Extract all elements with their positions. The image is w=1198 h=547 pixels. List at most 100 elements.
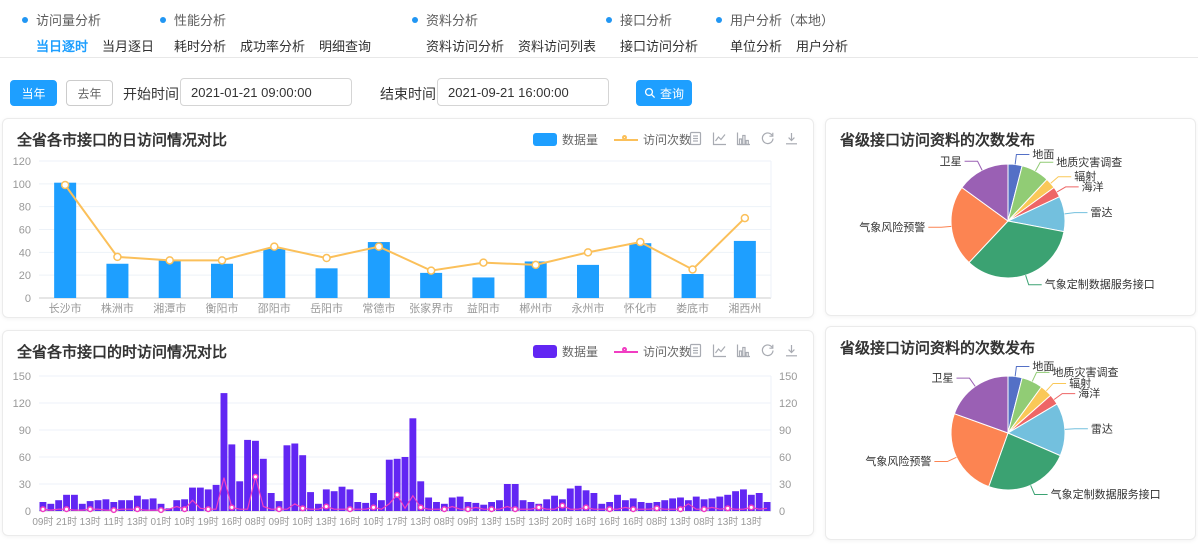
bullet-icon [22, 17, 28, 23]
svg-text:张家界市: 张家界市 [409, 301, 453, 315]
nav-group-title: 资料分析 [412, 10, 596, 29]
svg-text:40: 40 [19, 247, 31, 259]
legend-item-visit-count[interactable]: 访问次数 [614, 343, 691, 360]
svg-text:13时: 13时 [670, 516, 691, 528]
bullet-icon [160, 17, 166, 23]
svg-text:30: 30 [19, 479, 31, 491]
svg-text:0: 0 [25, 293, 31, 305]
legend-bar-swatch [533, 345, 557, 358]
legend-item-data-volume[interactable]: 数据量 [533, 131, 598, 148]
start-time-input[interactable] [180, 78, 352, 106]
nav-item-data-access-list[interactable]: 资料访问列表 [518, 36, 596, 55]
daily-access-chart-card: 全省各市接口的日访问情况对比 数据量 访问次数 020406080100120长… [2, 118, 814, 318]
svg-text:长沙市: 长沙市 [49, 301, 82, 315]
chart-toolbox [688, 343, 799, 358]
line-chart-toggle-icon[interactable] [712, 131, 727, 146]
legend-line-swatch [614, 139, 638, 141]
nav-item-user-analysis[interactable]: 用户分析 [796, 36, 848, 55]
svg-text:60: 60 [19, 225, 31, 237]
nav-item-success-rate[interactable]: 成功率分析 [240, 36, 305, 55]
start-time-label: 开始时间: [123, 84, 183, 104]
nav-group-title: 性能分析 [160, 10, 371, 29]
legend-item-data-volume[interactable]: 数据量 [533, 343, 598, 360]
svg-text:衡阳市: 衡阳市 [206, 301, 239, 315]
svg-text:13时: 13时 [127, 516, 148, 528]
svg-text:地质灾害调查: 地质灾害调查 [1056, 155, 1122, 169]
nav-group-title: 访问量分析 [22, 10, 154, 29]
svg-text:11时: 11时 [104, 516, 124, 528]
svg-text:常德市: 常德市 [362, 301, 395, 315]
svg-text:17时: 17时 [387, 516, 408, 528]
svg-text:地面: 地面 [1032, 149, 1054, 161]
filter-bar: 当年 去年 开始时间: 结束时间: 查询 [0, 78, 1198, 108]
svg-text:13时: 13时 [717, 516, 738, 528]
svg-text:13时: 13时 [481, 516, 502, 528]
query-button[interactable]: 查询 [636, 80, 692, 106]
svg-text:13时: 13时 [410, 516, 431, 528]
this-year-button[interactable]: 当年 [10, 80, 57, 106]
svg-text:120: 120 [779, 398, 797, 410]
daily-bar-line-chart: 020406080100120长沙市株洲市湘潭市衡阳市邵阳市岳阳市常德市张家界市… [3, 153, 813, 317]
svg-text:150: 150 [779, 371, 797, 383]
download-icon[interactable] [784, 131, 799, 146]
nav-group-title: 接口分析 [606, 10, 698, 29]
nav-item-detail-query[interactable]: 明细查询 [319, 36, 371, 55]
download-icon[interactable] [784, 343, 799, 358]
svg-text:海洋: 海洋 [1078, 386, 1100, 400]
svg-text:16时: 16时 [221, 516, 242, 528]
nav-item-daily-month[interactable]: 当月逐日 [102, 36, 154, 55]
svg-text:气象风险预警: 气象风险预警 [865, 454, 931, 468]
svg-text:13时: 13时 [316, 516, 337, 528]
nav-item-time-cost[interactable]: 耗时分析 [174, 36, 226, 55]
line-chart-toggle-icon[interactable] [712, 343, 727, 358]
svg-text:永州市: 永州市 [572, 301, 605, 315]
nav-group-user: 用户分析（本地） 单位分析 用户分析 [716, 10, 848, 55]
end-time-label: 结束时间: [380, 84, 440, 104]
svg-text:13时: 13时 [741, 516, 762, 528]
legend-item-visit-count[interactable]: 访问次数 [614, 131, 691, 148]
svg-text:09时: 09时 [269, 516, 290, 528]
svg-text:湘西州: 湘西州 [728, 301, 761, 315]
chart-title: 全省各市接口的日访问情况对比 [17, 129, 227, 150]
refresh-icon[interactable] [760, 131, 775, 146]
svg-text:10时: 10时 [292, 516, 313, 528]
bullet-icon [606, 17, 612, 23]
bar-chart-toggle-icon[interactable] [736, 343, 751, 358]
svg-text:15时: 15时 [505, 516, 526, 528]
svg-text:雷达: 雷达 [1090, 206, 1112, 219]
svg-text:10时: 10时 [363, 516, 384, 528]
nav-group-data: 资料分析 资料访问分析 资料访问列表 [412, 10, 596, 55]
svg-text:08时: 08时 [646, 516, 667, 528]
end-time-input[interactable] [437, 78, 609, 106]
chart-toolbox [688, 131, 799, 146]
svg-text:气象定制数据服务接口: 气象定制数据服务接口 [1045, 277, 1155, 291]
data-view-icon[interactable] [688, 343, 703, 358]
svg-text:湘潭市: 湘潭市 [153, 301, 186, 315]
svg-text:海洋: 海洋 [1082, 179, 1104, 193]
svg-text:13时: 13时 [528, 516, 549, 528]
svg-text:21时: 21时 [56, 516, 77, 528]
last-year-button[interactable]: 去年 [66, 80, 113, 106]
bar-chart-toggle-icon[interactable] [736, 131, 751, 146]
search-icon [644, 87, 656, 99]
svg-text:地质灾害调查: 地质灾害调查 [1053, 365, 1119, 379]
svg-text:0: 0 [779, 506, 785, 518]
svg-text:地面: 地面 [1032, 360, 1054, 373]
svg-text:10时: 10时 [174, 516, 195, 528]
svg-text:气象风险预警: 气象风险预警 [859, 220, 925, 234]
data-view-icon[interactable] [688, 131, 703, 146]
nav-item-hourly-today[interactable]: 当日逐时 [36, 36, 88, 55]
chart-title: 全省各市接口的时访问情况对比 [17, 341, 227, 362]
svg-text:09时: 09时 [32, 516, 53, 528]
svg-text:气象定制数据服务接口: 气象定制数据服务接口 [1051, 487, 1161, 501]
hourly-bar-line-chart: 0030306060909012012015015009时21时13时11时13… [3, 365, 813, 537]
bullet-icon [716, 17, 722, 23]
hourly-access-chart-card: 全省各市接口的时访问情况对比 数据量 访问次数 0030306060909012… [2, 330, 814, 536]
svg-text:100: 100 [13, 179, 31, 191]
nav-item-unit-analysis[interactable]: 单位分析 [730, 36, 782, 55]
nav-item-data-access-analysis[interactable]: 资料访问分析 [426, 36, 504, 55]
nav-group-visits: 访问量分析 当日逐时 当月逐日 [22, 10, 154, 55]
refresh-icon[interactable] [760, 343, 775, 358]
nav-item-interface-access-analysis[interactable]: 接口访问分析 [620, 36, 698, 55]
svg-text:卫星: 卫星 [940, 155, 962, 168]
